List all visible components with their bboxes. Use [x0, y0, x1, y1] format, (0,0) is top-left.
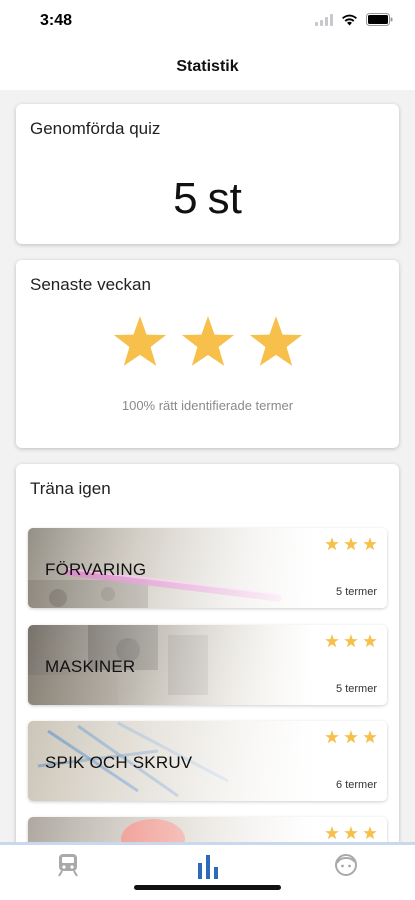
- star-icon: [344, 634, 358, 648]
- wifi-icon: [341, 14, 358, 26]
- topic-rating: [325, 826, 377, 840]
- topic-name: FÖRVARING: [45, 560, 147, 579]
- star-icon: [344, 826, 358, 840]
- star-icon: [363, 634, 377, 648]
- status-bar: 3:48: [0, 0, 415, 44]
- star-icon: [181, 316, 234, 366]
- cellular-signal-icon: [315, 13, 333, 26]
- topic-card-partial[interactable]: [28, 817, 387, 842]
- topic-rating: [325, 730, 377, 744]
- star-icon: [363, 537, 377, 551]
- topic-rating: [325, 634, 377, 648]
- tab-bar: [0, 842, 415, 900]
- completed-quiz-count: 5st: [16, 174, 399, 224]
- star-icon: [325, 826, 339, 840]
- star-icon: [363, 826, 377, 840]
- star-icon: [113, 316, 166, 366]
- home-indicator[interactable]: [134, 885, 281, 890]
- topic-term-count: 6 termer: [336, 779, 377, 791]
- nav-bar: Statistik: [0, 44, 415, 90]
- completed-quiz-unit: st: [207, 174, 242, 223]
- star-icon: [325, 730, 339, 744]
- tab-train[interactable]: [48, 853, 88, 883]
- topic-name: SPIK OCH SKRUV: [45, 753, 193, 772]
- star-icon: [325, 537, 339, 551]
- status-time: 3:48: [40, 12, 73, 29]
- topic-card-spik-och-skruv[interactable]: SPIK OCH SKRUV 6 termer: [28, 721, 387, 801]
- completed-quiz-title: Genomförda quiz: [30, 119, 161, 138]
- topic-term-count: 5 termer: [336, 586, 377, 598]
- star-icon: [363, 730, 377, 744]
- battery-icon: [366, 13, 393, 26]
- last-week-rating: [16, 316, 399, 368]
- bar-chart-icon: [198, 855, 218, 879]
- topic-term-count: 5 termer: [336, 683, 377, 695]
- last-week-card: Senaste veckan 100% rätt identifierade t…: [16, 260, 399, 448]
- completed-quiz-number: 5: [173, 174, 198, 223]
- completed-quiz-card: Genomförda quiz 5st: [16, 104, 399, 244]
- star-icon: [344, 730, 358, 744]
- train-again-card: Träna igen FÖRVARING 5 termer MASKINER 5…: [16, 464, 399, 842]
- last-week-caption: 100% rätt identifierade termer: [121, 398, 294, 413]
- tab-profile[interactable]: [326, 853, 366, 883]
- topic-name: MASKINER: [45, 657, 136, 676]
- statistics-scroll-view[interactable]: Genomförda quiz 5st Senaste veckan 100% …: [0, 90, 415, 842]
- last-week-title: Senaste veckan: [30, 275, 151, 294]
- tab-statistics[interactable]: [188, 853, 228, 883]
- page-title: Statistik: [176, 58, 239, 75]
- train-again-title: Träna igen: [30, 479, 111, 498]
- topic-card-forvaring[interactable]: FÖRVARING 5 termer: [28, 528, 387, 608]
- star-icon: [249, 316, 302, 366]
- topic-rating: [325, 537, 377, 551]
- train-icon: [58, 854, 78, 877]
- status-icons: [315, 13, 393, 26]
- face-icon: [335, 854, 357, 876]
- star-icon: [344, 537, 358, 551]
- star-icon: [325, 634, 339, 648]
- topic-card-maskiner[interactable]: MASKINER 5 termer: [28, 625, 387, 705]
